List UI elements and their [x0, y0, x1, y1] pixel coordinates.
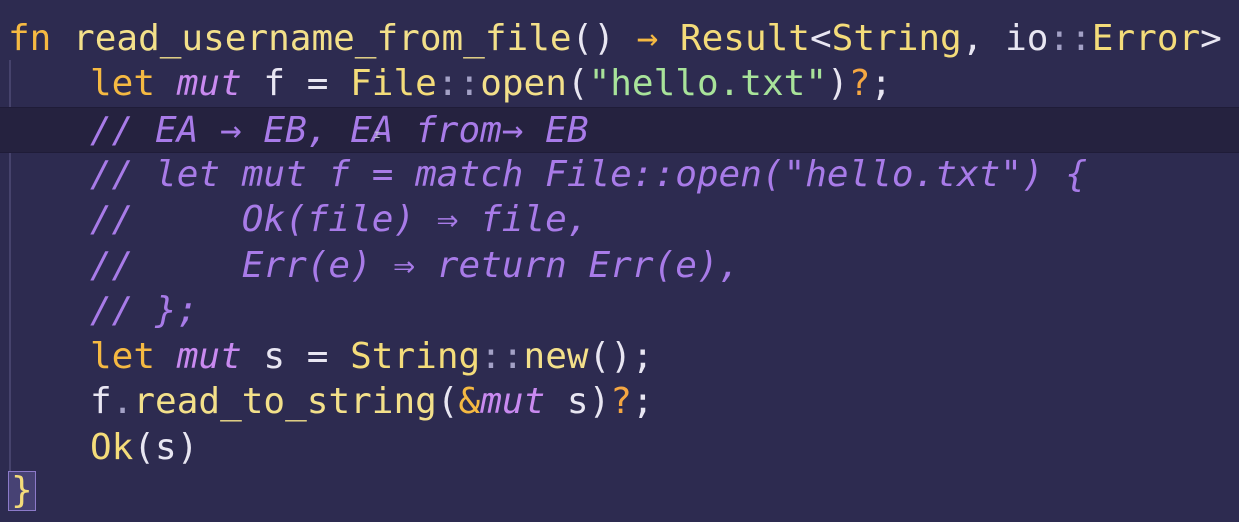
code-token: new — [523, 336, 589, 377]
code-token: ; — [631, 381, 654, 422]
code-token: mut — [480, 381, 546, 422]
code-line[interactable]: // EA → EB, EA from→ EB — [0, 107, 1239, 153]
code-token: ( — [436, 381, 459, 422]
code-token: read_to_string — [133, 381, 437, 422]
code-token: (s) — [133, 427, 199, 468]
code-token: > — [1200, 18, 1222, 59]
code-token: → — [614, 18, 680, 59]
code-token: f = — [241, 63, 351, 104]
code-token: s = — [241, 336, 351, 377]
code-token: Error — [1091, 18, 1201, 59]
code-token: ? — [610, 381, 632, 422]
code-line[interactable]: f.read_to_string(&mut s)?; — [8, 379, 1239, 425]
code-token: :: — [1048, 18, 1092, 59]
code-token: Result — [679, 18, 810, 59]
code-token: // let mut f = match File::open("hello.t… — [90, 154, 1087, 195]
code-line[interactable]: // Ok(file) ⇒ file, — [8, 197, 1239, 243]
code-token: s) — [545, 381, 611, 422]
mouse-cursor-icon: ⌶ — [374, 130, 381, 141]
code-token: :: — [480, 336, 524, 377]
code-line[interactable]: Ok(s) — [8, 425, 1239, 471]
code-editor[interactable]: fn read_username_from_file() → Result<St… — [0, 0, 1239, 522]
code-token: io — [1005, 18, 1049, 59]
code-token: () — [571, 18, 615, 59]
code-token: let — [90, 63, 156, 104]
code-token: // Err(e) ⇒ return Err(e), — [90, 245, 741, 286]
code-line[interactable]: let mut s = String::new(); — [8, 334, 1239, 380]
code-line[interactable]: let mut f = File::open("hello.txt")?; — [8, 61, 1239, 107]
code-token: "hello.txt" — [588, 63, 827, 104]
code-token: // EA → EB, EA from→ EB — [90, 110, 589, 151]
code-token: :: — [436, 63, 481, 104]
code-token: read_username_from_file — [73, 18, 572, 59]
code-token: mut — [176, 336, 242, 377]
code-token: f — [90, 381, 112, 422]
code-line[interactable]: // }; — [8, 288, 1239, 334]
code-token: (); — [588, 336, 654, 377]
code-token: . — [111, 381, 134, 422]
code-token: ? — [848, 63, 871, 104]
code-token: let — [90, 336, 156, 377]
code-token: mut — [176, 63, 242, 104]
code-line[interactable]: fn read_username_from_file() → Result<St… — [8, 16, 1239, 62]
code-token: ( — [566, 63, 589, 104]
code-token: , — [961, 18, 1006, 59]
code-token: String — [831, 18, 962, 59]
code-token: Ok — [90, 427, 134, 468]
code-token: & — [458, 381, 481, 422]
matching-brace: } — [8, 471, 36, 511]
code-token: ) — [827, 63, 849, 104]
code-token: open — [480, 63, 567, 104]
code-token: fn — [8, 18, 52, 59]
code-token: // }; — [90, 290, 199, 331]
code-token: String — [350, 336, 481, 377]
code-line[interactable]: // let mut f = match File::open("hello.t… — [8, 152, 1239, 198]
code-line[interactable]: // Err(e) ⇒ return Err(e), — [8, 243, 1239, 289]
code-line[interactable]: } — [8, 468, 1239, 514]
code-token: ; — [870, 63, 893, 104]
code-token: File — [350, 63, 437, 104]
code-token: < — [809, 18, 832, 59]
code-token: // Ok(file) ⇒ file, — [90, 199, 589, 240]
